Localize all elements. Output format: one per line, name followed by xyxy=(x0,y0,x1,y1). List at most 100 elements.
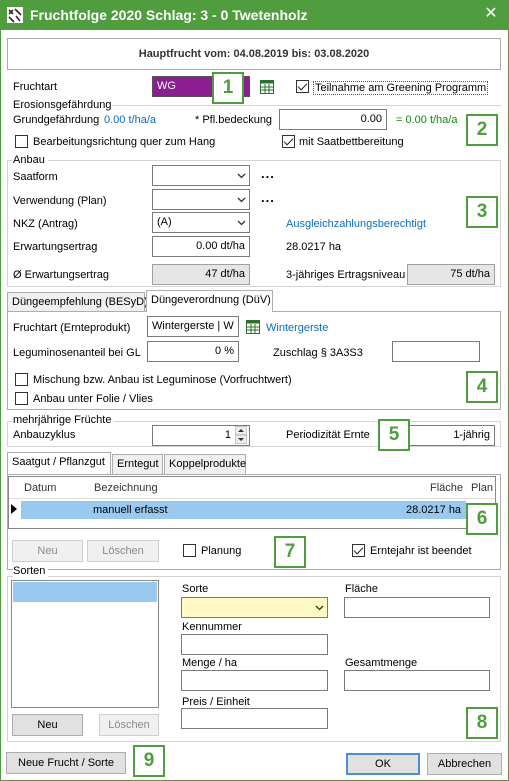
niveau-label: 3-jähriges Ertragsniveau xyxy=(286,269,406,281)
erosion-group-label: Erosionsgefährdung xyxy=(13,99,112,111)
table-row[interactable]: manuell erfasst 28.0217 ha xyxy=(21,501,466,519)
list-item[interactable] xyxy=(13,582,157,602)
row-bezeichnung: manuell erfasst xyxy=(93,504,168,516)
planung-label: Planung xyxy=(201,545,242,557)
tab-saatgut[interactable]: Saatgut / Pflanzgut xyxy=(7,452,111,474)
tab-koppelprodukte[interactable]: Koppelprodukte xyxy=(164,454,246,474)
close-icon[interactable]: ✕ xyxy=(482,5,500,23)
ernte-label: Fruchtart (Ernteprodukt) xyxy=(13,322,131,334)
saat-loeschen-button[interactable]: Löschen xyxy=(87,540,159,562)
app-icon xyxy=(7,7,23,23)
saatbett-label: mit Saatbettbereitung xyxy=(299,136,404,148)
sorte-label: Sorte xyxy=(182,583,209,595)
folie-checkbox[interactable] xyxy=(15,392,28,405)
grund-value: 0.00 t/ha/a xyxy=(104,114,156,126)
sorten-list[interactable] xyxy=(11,580,159,708)
saat-neu-button[interactable]: Neu xyxy=(12,540,83,562)
greening-label: Teilnahme am Greening Programm xyxy=(313,81,489,95)
sorten-flaeche-input[interactable] xyxy=(344,597,490,618)
fruchtart-value: WG xyxy=(157,80,176,92)
saatform-select[interactable] xyxy=(152,165,250,186)
sorten-flaeche-label: Fläche xyxy=(345,583,379,595)
nkz-select[interactable]: (A) xyxy=(152,212,250,233)
chevron-down-icon xyxy=(237,197,246,203)
mehrjaehrig-group-label: mehrjährige Früchte xyxy=(13,414,115,426)
kennummer-input[interactable] xyxy=(181,634,328,655)
sorte-select[interactable] xyxy=(181,597,328,618)
gesamtmenge-input[interactable] xyxy=(344,670,490,691)
sorten-loeschen-button[interactable]: Löschen xyxy=(99,714,159,736)
grid-icon[interactable] xyxy=(260,80,274,94)
col-bezeichnung[interactable]: Bezeichnung xyxy=(94,482,158,494)
callout-1: 1 xyxy=(212,72,244,104)
row-pointer-icon xyxy=(11,504,17,514)
ok-button[interactable]: OK xyxy=(346,753,420,775)
neue-frucht-button[interactable]: Neue Frucht / Sorte xyxy=(6,752,126,774)
callout-5: 5 xyxy=(378,419,410,451)
callout-6: 6 xyxy=(466,503,498,535)
ertrag-input[interactable]: 0.00 dt/ha xyxy=(152,236,250,257)
mischung-checkbox[interactable] xyxy=(15,373,28,386)
legum-input[interactable]: 0 % xyxy=(147,341,239,362)
col-plan[interactable]: Plan xyxy=(471,482,493,494)
quer-label: Bearbeitungsrichtung quer zum Hang xyxy=(33,136,216,148)
col-flaeche[interactable]: Fläche xyxy=(430,482,463,494)
anbau-group-label: Anbau xyxy=(13,154,48,166)
callout-2: 2 xyxy=(466,114,498,146)
tab-duengeverordnung[interactable]: Düngeverordnung (DüV) xyxy=(146,290,273,312)
erntejahr-checkbox[interactable] xyxy=(352,544,365,557)
nkz-value: (A) xyxy=(157,216,172,228)
erntejahr-label: Erntejahr ist beendet xyxy=(370,545,472,557)
kennummer-label: Kennummer xyxy=(182,621,242,633)
pfl-input[interactable]: 0.00 xyxy=(279,109,387,130)
tab-erntegut[interactable]: Erntegut xyxy=(112,454,163,474)
callout-4: 4 xyxy=(466,371,498,403)
row-flaeche: 28.0217 ha xyxy=(406,504,462,516)
avg-ertrag-value: 47 dt/ha xyxy=(152,264,250,285)
grid-icon[interactable] xyxy=(246,320,260,334)
ertrag-label: Erwartungsertrag xyxy=(13,241,98,253)
verwendung-label: Verwendung (Plan) xyxy=(13,195,107,207)
menge-input[interactable] xyxy=(181,670,328,691)
zuschlag-input[interactable] xyxy=(392,341,480,362)
flaeche-value: 28.0217 ha xyxy=(286,241,342,253)
saatform-more-button[interactable]: ... xyxy=(261,166,275,181)
saatform-label: Saatform xyxy=(13,171,58,183)
spin-down-icon[interactable] xyxy=(235,435,247,444)
sorten-neu-button[interactable]: Neu xyxy=(12,714,83,736)
grund-label: Grundgefährdung xyxy=(13,114,100,126)
tab-duengeempfehlung[interactable]: Düngeempfehlung (BESyD) xyxy=(7,292,148,312)
spin-up-icon[interactable] xyxy=(235,426,247,435)
folie-label: Anbau unter Folie / Vlies xyxy=(33,393,153,405)
pfl-label: * Pfl.bedeckung xyxy=(195,114,273,126)
zyklus-value: 1 xyxy=(224,429,231,441)
nkz-label: NKZ (Antrag) xyxy=(13,218,78,230)
quer-checkbox[interactable] xyxy=(15,135,28,148)
periodizitaet-input[interactable]: 1-jährig xyxy=(407,425,495,446)
saatbett-checkbox[interactable] xyxy=(282,135,295,148)
verwendung-select[interactable] xyxy=(152,189,250,210)
callout-9: 9 xyxy=(133,745,165,777)
greening-checkbox[interactable] xyxy=(296,80,309,93)
abbrechen-button[interactable]: Abbrechen xyxy=(427,753,502,775)
planung-checkbox[interactable] xyxy=(183,544,196,557)
erosion-group-line xyxy=(112,105,501,106)
window-title: Fruchtfolge 2020 Schlag: 3 - 0 Twetenhol… xyxy=(30,7,308,23)
preis-input[interactable] xyxy=(181,708,328,729)
ausgleich-link[interactable]: Ausgleichzahlungsberechtigt xyxy=(286,218,426,230)
chevron-down-icon xyxy=(237,173,246,179)
callout-7: 7 xyxy=(274,536,306,568)
chevron-down-icon xyxy=(315,605,324,611)
table-header-line xyxy=(9,498,495,499)
menge-label: Menge / ha xyxy=(182,657,238,669)
legum-label: Leguminosenanteil bei GL xyxy=(13,347,141,359)
erosion-result: = 0.00 t/ha/a xyxy=(396,114,458,126)
saat-table: Datum Bezeichnung Fläche Plan manuell er… xyxy=(8,476,496,529)
zuschlag-label: Zuschlag § 3A3S3 xyxy=(273,347,363,359)
col-datum[interactable]: Datum xyxy=(24,482,56,494)
ernte-input[interactable]: Wintergerste | W xyxy=(147,316,239,337)
ernte-link[interactable]: Wintergerste xyxy=(266,322,328,334)
gesamtmenge-label: Gesamtmenge xyxy=(345,657,418,669)
verwendung-more-button[interactable]: ... xyxy=(261,190,275,205)
zyklus-label: Anbauzyklus xyxy=(13,429,76,441)
